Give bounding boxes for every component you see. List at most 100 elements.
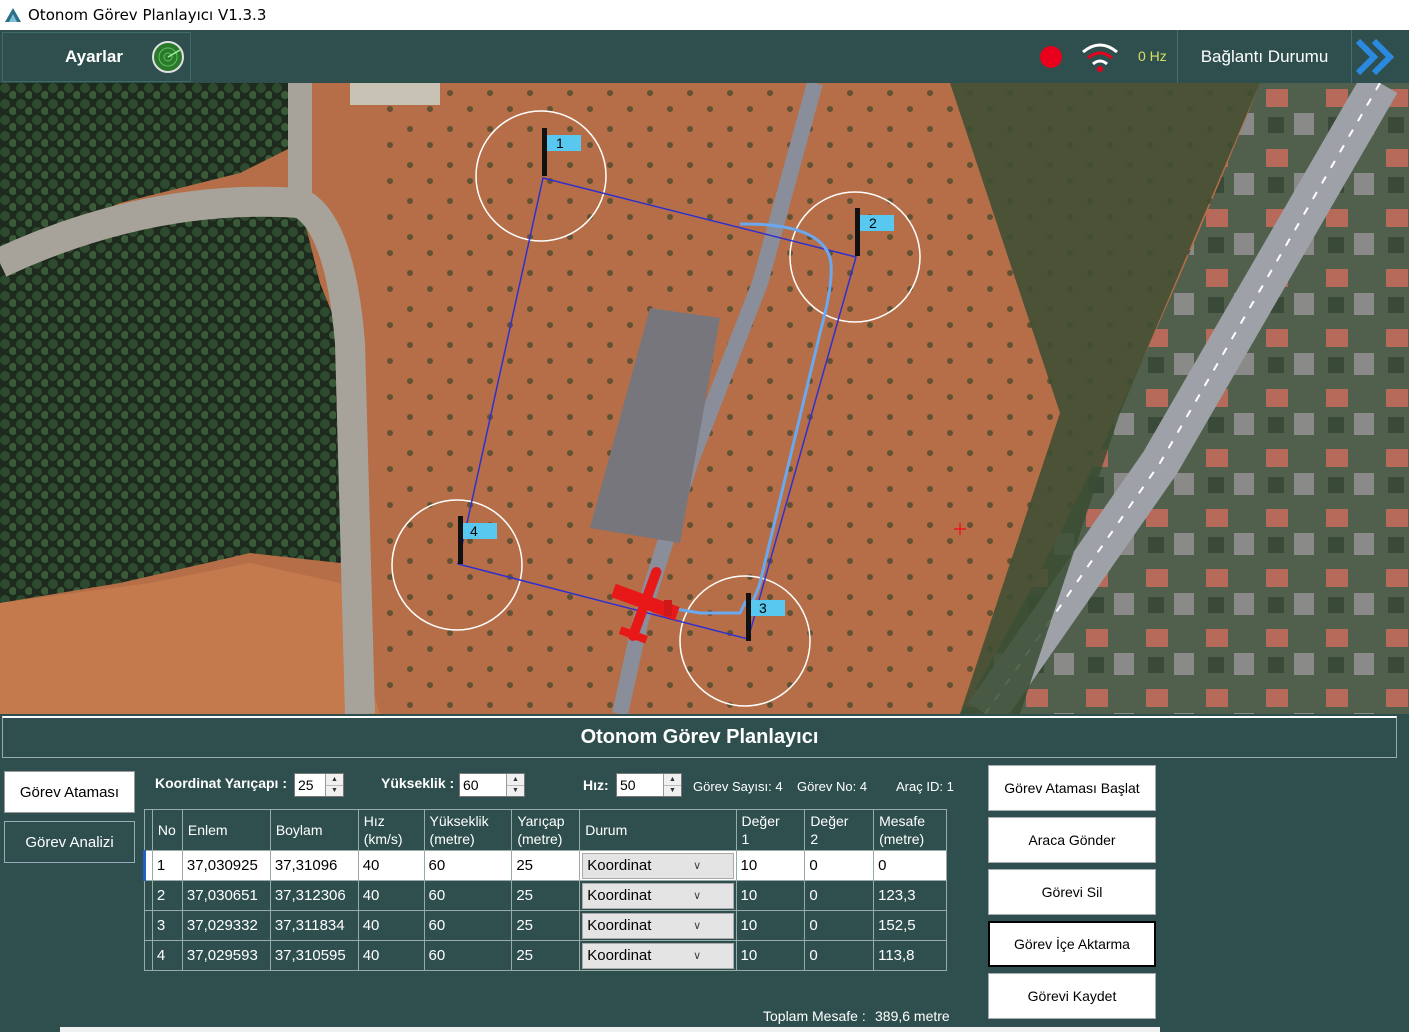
settings-button[interactable]: Ayarlar — [2, 32, 191, 82]
table-cell[interactable]: 37,029332 — [181, 910, 271, 941]
stepper-down-icon[interactable]: ▼ — [664, 785, 681, 796]
table-cell[interactable]: 25 — [511, 910, 581, 941]
column-header[interactable]: Mesafe (metre) — [873, 809, 947, 851]
table-cell[interactable]: 40 — [357, 910, 425, 941]
row-header[interactable] — [144, 910, 153, 941]
table-cell[interactable]: Koordinat ∨ — [579, 940, 737, 971]
stepper-down-icon[interactable]: ▼ — [326, 785, 343, 796]
table-cell[interactable]: 25 — [511, 880, 581, 911]
column-header[interactable]: Yükseklik (metre) — [423, 809, 513, 851]
column-header[interactable]: Değer 2 — [804, 809, 875, 851]
table-cell[interactable]: 0 — [804, 910, 875, 941]
table-cell[interactable]: 10 — [735, 940, 806, 971]
table-cell[interactable]: 60 — [423, 880, 513, 911]
top-toolbar: Ayarlar 0 Hz Bağlantı Durumu — [0, 30, 1409, 83]
tab-mission-assignment[interactable]: Görev Ataması — [4, 771, 135, 813]
column-header[interactable]: Boylam — [269, 809, 359, 851]
waypoint-table[interactable]: No Enlem Boylam Hız (km/s) Yükseklik (metr… — [141, 809, 947, 1032]
table-cell[interactable]: 25 — [511, 850, 581, 881]
speed-stepper[interactable]: 50 ▲ ▼ — [616, 773, 682, 797]
table-cell[interactable]: 113,8 — [873, 940, 947, 971]
table-cell[interactable]: 40 — [357, 880, 425, 911]
table-cell[interactable]: 37,030925 — [181, 850, 271, 881]
column-header[interactable]: Durum — [579, 809, 737, 851]
status-dropdown[interactable]: Koordinat ∨ — [582, 912, 734, 939]
waypoint-4-label: 4 — [470, 523, 478, 539]
column-header[interactable]: Değer 1 — [735, 809, 806, 851]
table-row[interactable]: 1 37,030925 37,31096 40 60 25 Koordinat ∨ 10 0 0 — [143, 850, 947, 881]
recording-status-dot — [1040, 46, 1062, 68]
table-cell[interactable]: 60 — [423, 940, 513, 971]
mission-map[interactable]: 1 2 3 4 — [0, 83, 1409, 714]
start-mission-assignment-button[interactable]: Görev Ataması Başlat — [988, 765, 1156, 811]
row-header[interactable] — [144, 940, 153, 971]
status-dropdown[interactable]: Koordinat ∨ — [582, 852, 734, 879]
import-mission-button[interactable]: Görev İçe Aktarma — [988, 921, 1156, 967]
stepper-down-icon[interactable]: ▼ — [507, 785, 524, 796]
double-chevron-right-icon[interactable] — [1354, 36, 1400, 78]
chevron-down-icon[interactable]: ∨ — [658, 949, 733, 962]
table-cell[interactable]: 2 — [151, 880, 183, 911]
chevron-down-icon[interactable]: ∨ — [658, 919, 733, 932]
radar-icon — [152, 41, 184, 73]
column-header[interactable]: No — [151, 809, 183, 851]
table-cell[interactable]: 123,3 — [873, 880, 947, 911]
table-cell[interactable]: 0 — [804, 880, 875, 911]
table-cell[interactable]: 40 — [357, 850, 425, 881]
stepper-up-icon[interactable]: ▲ — [326, 774, 343, 786]
table-cell[interactable]: 152,5 — [873, 910, 947, 941]
table-cell[interactable]: 37,312306 — [269, 880, 359, 911]
table-cell[interactable]: 0 — [873, 850, 947, 881]
table-cell[interactable]: Koordinat ∨ — [579, 850, 737, 881]
title-bar: Otonom Görev Planlayıcı V1.3.3 — [0, 0, 1409, 30]
row-header[interactable] — [144, 880, 153, 911]
column-header[interactable]: Enlem — [181, 809, 271, 851]
chevron-down-icon[interactable]: ∨ — [658, 859, 733, 872]
column-header[interactable]: Yarıçap (metre) — [511, 809, 581, 851]
altitude-stepper[interactable]: 60 ▲ ▼ — [459, 773, 525, 797]
table-cell[interactable]: 40 — [357, 940, 425, 971]
table-row[interactable]: 3 37,029332 37,311834 40 60 25 Koordinat ∨ 10 0 15… — [144, 910, 947, 941]
coord-radius-label: Koordinat Yarıçapı : — [155, 775, 287, 791]
table-cell[interactable]: 10 — [735, 880, 806, 911]
send-to-vehicle-button[interactable]: Araca Gönder — [988, 817, 1156, 863]
stepper-up-icon[interactable]: ▲ — [507, 774, 524, 786]
row-header[interactable] — [143, 850, 153, 881]
status-dropdown[interactable]: Koordinat ∨ — [582, 942, 734, 969]
column-header[interactable]: Hız (km/s) — [357, 809, 425, 851]
delete-mission-button[interactable]: Görevi Sil — [988, 869, 1156, 915]
save-mission-button[interactable]: Görevi Kaydet — [988, 973, 1156, 1019]
total-distance-label: Toplam Mesafe : — [763, 1008, 866, 1024]
table-cell[interactable]: Koordinat ∨ — [579, 880, 737, 911]
table-cell[interactable]: 37,030651 — [181, 880, 271, 911]
table-cell[interactable]: 1 — [151, 850, 183, 881]
table-cell[interactable]: 37,029593 — [181, 940, 271, 971]
table-cell[interactable]: 3 — [151, 910, 183, 941]
table-cell[interactable]: 25 — [511, 940, 581, 971]
horizontal-scrollbar[interactable] — [60, 1027, 1160, 1032]
table-cell[interactable]: 0 — [804, 940, 875, 971]
frequency-readout: 0 Hz — [1138, 48, 1167, 64]
table-row[interactable]: 2 37,030651 37,312306 40 60 25 Koordinat ∨ 10 0 12… — [144, 880, 947, 911]
altitude-label: Yükseklik : — [381, 775, 455, 791]
status-dropdown[interactable]: Koordinat ∨ — [582, 882, 734, 909]
chevron-down-icon[interactable]: ∨ — [658, 889, 733, 902]
waypoint-1-label: 1 — [556, 135, 564, 151]
tab-mission-analysis[interactable]: Görev Analizi — [4, 821, 135, 863]
table-cell[interactable]: 37,311834 — [269, 910, 359, 941]
table-cell[interactable]: 60 — [423, 910, 513, 941]
stepper-up-icon[interactable]: ▲ — [664, 774, 681, 786]
table-row[interactable]: 4 37,029593 37,310595 40 60 25 Koordinat ∨ 10 0 11… — [144, 940, 947, 971]
connection-status-button[interactable]: Bağlantı Durumu — [1177, 30, 1352, 83]
table-cell[interactable]: Koordinat ∨ — [579, 910, 737, 941]
table-cell[interactable]: 60 — [423, 850, 513, 881]
table-cell[interactable]: 4 — [151, 940, 183, 971]
table-cell[interactable]: 0 — [804, 850, 875, 881]
table-header-row: No Enlem Boylam Hız (km/s) Yükseklik (metr… — [144, 809, 947, 851]
table-cell[interactable]: 37,31096 — [269, 850, 359, 881]
table-cell[interactable]: 37,310595 — [269, 940, 359, 971]
map-canvas[interactable]: 1 2 3 4 — [0, 83, 1409, 714]
coord-radius-stepper[interactable]: 25 ▲ ▼ — [294, 773, 344, 797]
table-cell[interactable]: 10 — [735, 850, 806, 881]
table-cell[interactable]: 10 — [735, 910, 806, 941]
